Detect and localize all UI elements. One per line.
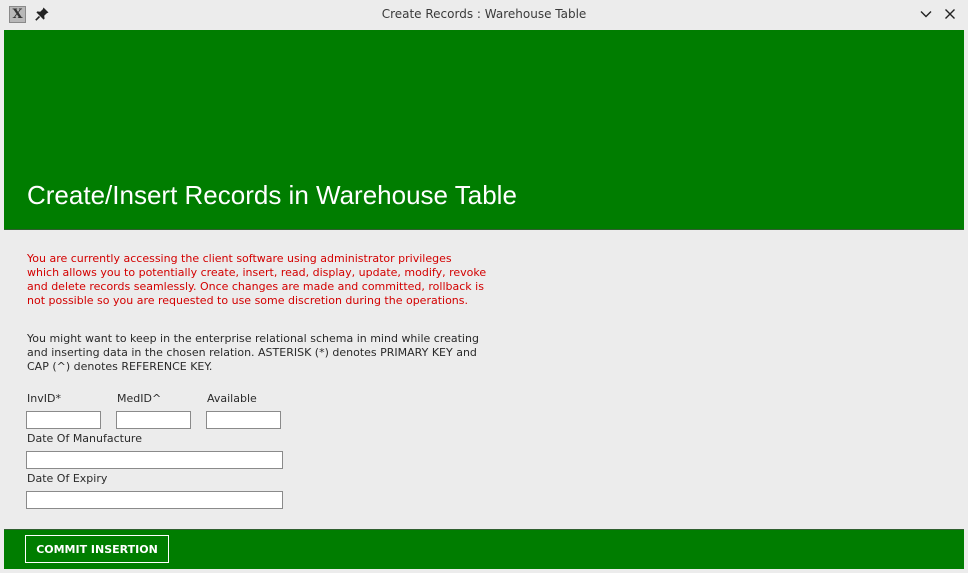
date-of-expiry-input[interactable] [26,491,283,509]
available-input[interactable] [206,411,281,429]
title-bar: X Create Records : Warehouse Table [0,0,968,30]
medid-label: MedID^ [117,392,162,405]
window-title: Create Records : Warehouse Table [381,7,587,21]
available-label: Available [207,392,257,405]
chevron-down-icon[interactable] [919,7,933,21]
admin-warning-text: You are currently accessing the client s… [27,252,487,307]
invid-input[interactable] [26,411,101,429]
date-of-manufacture-label: Date Of Manufacture [27,432,142,445]
header-panel: Create/Insert Records in Warehouse Table [4,30,964,230]
date-of-expiry-label: Date Of Expiry [27,472,108,485]
close-icon[interactable] [943,7,957,21]
main-frame: Create/Insert Records in Warehouse Table… [4,30,964,569]
medid-input[interactable] [116,411,191,429]
footer-panel: COMMIT INSERTION [4,529,964,569]
commit-insertion-button[interactable]: COMMIT INSERTION [25,535,169,563]
page-title: Create/Insert Records in Warehouse Table [27,180,517,210]
schema-info-text: You might want to keep in the enterprise… [27,332,479,373]
invid-label: InvID* [27,392,61,405]
date-of-manufacture-input[interactable] [26,451,283,469]
